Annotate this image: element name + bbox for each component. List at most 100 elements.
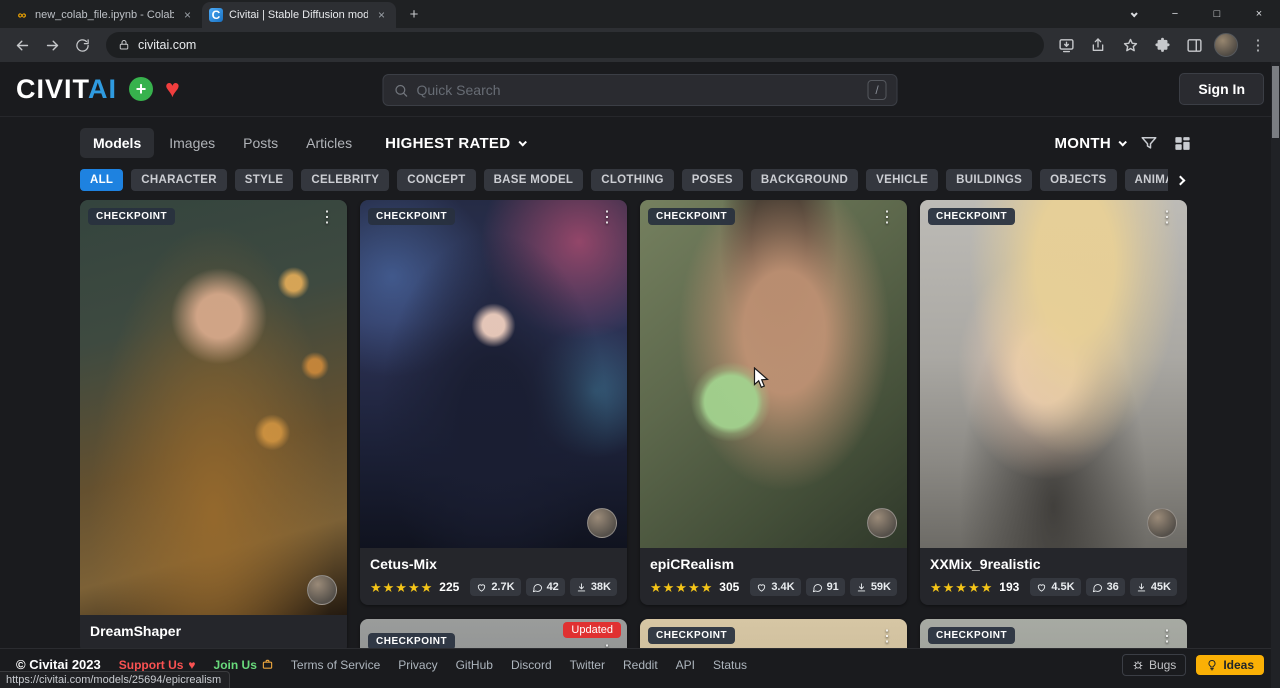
comment-icon [532, 582, 543, 593]
footer-link-reddit[interactable]: Reddit [623, 658, 658, 672]
category-pill[interactable]: ANIMAL [1125, 169, 1169, 191]
browser-profile-avatar[interactable] [1214, 33, 1238, 57]
sort-dropdown[interactable]: HIGHEST RATED [385, 135, 525, 152]
footer-link-status[interactable]: Status [713, 658, 747, 672]
footer-link-support[interactable]: Support Us ♥ [119, 658, 196, 672]
footer-link-privacy[interactable]: Privacy [398, 658, 437, 672]
tab-close-button[interactable]: × [374, 8, 389, 23]
search-input[interactable] [417, 82, 860, 98]
minimize-button[interactable]: − [1154, 0, 1196, 28]
create-button[interactable]: + [129, 77, 153, 101]
category-pill[interactable]: OBJECTS [1040, 169, 1116, 191]
tab-posts[interactable]: Posts [230, 128, 291, 158]
card-menu-button[interactable]: ⋮ [1154, 624, 1180, 648]
filters-button[interactable] [1140, 134, 1158, 152]
model-card-image: CHECKPOINT ⋮ [360, 200, 627, 548]
period-dropdown[interactable]: MONTH [1055, 135, 1126, 152]
footer-link-label: API [676, 658, 695, 672]
browser-menu-button[interactable]: ⋮ [1246, 33, 1270, 57]
card-stats: ★★★★★ 193 4.5K 36 [930, 578, 1177, 596]
tab-colab[interactable]: ∞ new_colab_file.ipynb - Colaborat × [8, 2, 202, 28]
install-app-button[interactable] [1054, 33, 1078, 57]
footer-link-api[interactable]: API [676, 658, 695, 672]
card-menu-button[interactable]: ⋮ [314, 205, 340, 229]
scrollbar-track[interactable] [1271, 62, 1280, 688]
download-icon [576, 582, 587, 593]
extensions-button[interactable] [1150, 33, 1174, 57]
tab-models[interactable]: Models [80, 128, 154, 158]
ideas-button[interactable]: Ideas [1196, 655, 1264, 675]
bugs-button[interactable]: Bugs [1122, 654, 1186, 676]
footer-link-twitter[interactable]: Twitter [570, 658, 605, 672]
logo-accent: AI [88, 74, 117, 104]
model-card[interactable]: CHECKPOINT ⋮ XXMix_9realistic ★★★★★ 193 … [920, 200, 1187, 605]
footer-link-label: Support Us [119, 658, 184, 672]
layout-toggle-button[interactable] [1173, 134, 1192, 153]
categories-next-button[interactable] [1168, 177, 1192, 184]
category-pill[interactable]: ALL [80, 169, 123, 191]
footer-link-discord[interactable]: Discord [511, 658, 552, 672]
creator-avatar[interactable] [307, 575, 337, 605]
close-button[interactable]: × [1238, 0, 1280, 28]
ideas-label: Ideas [1223, 658, 1254, 672]
scrollbar-thumb[interactable] [1272, 66, 1279, 138]
side-panel-button[interactable] [1182, 33, 1206, 57]
category-pill[interactable]: BACKGROUND [751, 169, 858, 191]
period-label: MONTH [1055, 135, 1112, 152]
search-icon [394, 83, 409, 98]
share-button[interactable] [1086, 33, 1110, 57]
tab-search-chevron-icon[interactable] [1112, 0, 1154, 28]
tab-articles[interactable]: Articles [293, 128, 365, 158]
footer-link-join[interactable]: Join Us [214, 658, 273, 672]
search-bar[interactable]: / [383, 74, 898, 106]
address-bar[interactable]: civitai.com [106, 32, 1044, 58]
bugs-label: Bugs [1149, 658, 1176, 672]
bookmark-star-icon [1122, 37, 1139, 54]
category-pill[interactable]: VEHICLE [866, 169, 938, 191]
civitai-logo[interactable]: CIVITAI [16, 74, 117, 105]
back-button[interactable] [8, 31, 36, 59]
category-pill[interactable]: POSES [682, 169, 743, 191]
chevron-down-icon [1118, 138, 1126, 146]
reload-button[interactable] [68, 31, 96, 59]
model-type-badge: CHECKPOINT [88, 208, 175, 225]
maximize-button[interactable]: □ [1196, 0, 1238, 28]
sign-in-button[interactable]: Sign In [1179, 73, 1264, 105]
model-card[interactable]: CHECKPOINT ⋮ DreamShaper [80, 200, 347, 654]
favorites-heart-icon[interactable]: ♥ [165, 77, 180, 102]
tab-images[interactable]: Images [156, 128, 228, 158]
bookmark-button[interactable] [1118, 33, 1142, 57]
category-pill[interactable]: STYLE [235, 169, 294, 191]
creator-avatar[interactable] [867, 508, 897, 538]
card-menu-button[interactable]: ⋮ [1154, 205, 1180, 229]
download-icon [856, 582, 867, 593]
creator-avatar[interactable] [587, 508, 617, 538]
stat-pills: 4.5K 36 45K [1030, 578, 1177, 596]
model-card-image: CHECKPOINT ⋮ [920, 200, 1187, 548]
card-menu-button[interactable]: ⋮ [874, 205, 900, 229]
model-card[interactable]: CHECKPOINT ⋮ Cetus-Mix ★★★★★ 225 2.7K [360, 200, 627, 605]
rating-count: 225 [439, 580, 459, 594]
category-pill[interactable]: CONCEPT [397, 169, 475, 191]
stat-pills: 2.7K 42 38K [470, 578, 617, 596]
footer-link-terms[interactable]: Terms of Service [291, 658, 380, 672]
comments-count: 91 [827, 581, 839, 593]
card-menu-button[interactable]: ⋮ [594, 205, 620, 229]
model-card[interactable]: CHECKPOINT ⋮ epiCRealism ★★★★★ 305 3.4K [640, 200, 907, 605]
category-pill[interactable]: CLOTHING [591, 169, 673, 191]
category-pill[interactable]: CHARACTER [131, 169, 227, 191]
card-menu-button[interactable]: ⋮ [874, 624, 900, 648]
layout-grid-icon [1173, 134, 1192, 153]
category-pill[interactable]: BUILDINGS [946, 169, 1032, 191]
card-stats: ★★★★★ 305 3.4K 91 [650, 578, 897, 596]
category-pill[interactable]: BASE MODEL [484, 169, 584, 191]
likes-count: 3.4K [771, 581, 794, 593]
new-tab-button[interactable]: + [402, 2, 426, 26]
forward-button[interactable] [38, 31, 66, 59]
creator-avatar[interactable] [1147, 508, 1177, 538]
tab-close-button[interactable]: × [180, 8, 195, 23]
footer-link-github[interactable]: GitHub [456, 658, 493, 672]
tab-civitai[interactable]: C Civitai | Stable Diffusion models, × [202, 2, 396, 28]
category-pill[interactable]: CELEBRITY [301, 169, 389, 191]
card-body: Cetus-Mix ★★★★★ 225 2.7K 42 [360, 548, 627, 605]
